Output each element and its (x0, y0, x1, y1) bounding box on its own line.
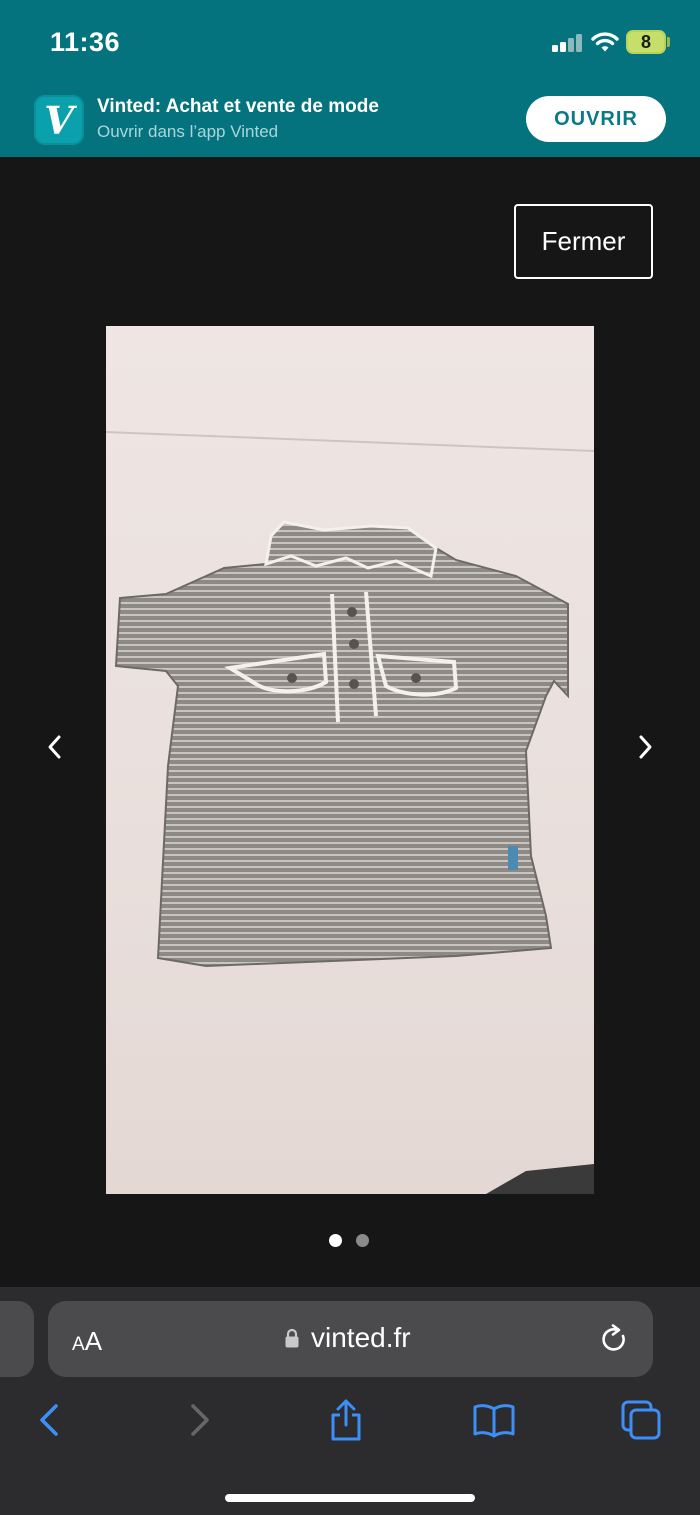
share-icon (331, 1399, 361, 1441)
forward-icon (191, 1404, 209, 1436)
wifi-icon (591, 32, 619, 52)
pagination-dot[interactable] (356, 1234, 369, 1247)
vinted-app-icon: V (34, 95, 84, 145)
home-indicator (225, 1494, 475, 1502)
pagination-dot-active[interactable] (329, 1234, 342, 1247)
status-time: 11:36 (50, 27, 121, 57)
battery-tip (667, 37, 670, 47)
share-button[interactable] (324, 1398, 368, 1442)
chevron-left-icon (48, 735, 61, 759)
url-text[interactable]: vinted.fr (311, 1322, 411, 1354)
back-icon (40, 1404, 58, 1436)
product-photo (106, 326, 594, 1194)
back-button[interactable] (27, 1398, 71, 1442)
bookmarks-icon (473, 1404, 515, 1438)
close-viewer-button[interactable]: Fermer (514, 204, 653, 279)
chevron-right-icon (639, 735, 652, 759)
banner-title: Vinted: Achat et vente de mode (97, 96, 379, 117)
battery-icon: 8 (626, 30, 666, 54)
reload-icon[interactable] (601, 1324, 629, 1354)
open-app-button[interactable]: OUVRIR (526, 96, 666, 142)
striped-polo-shirt-image (106, 431, 594, 1194)
signal-icon (552, 34, 584, 52)
previous-photo-button[interactable] (39, 730, 69, 764)
lock-icon (285, 1328, 299, 1348)
forward-button[interactable] (178, 1398, 222, 1442)
text-size-button[interactable]: AA (72, 1326, 102, 1357)
previous-tab-peek[interactable] (0, 1301, 34, 1377)
tabs-icon (621, 1400, 661, 1440)
tabs-button[interactable] (619, 1398, 663, 1442)
bookmarks-button[interactable] (472, 1398, 516, 1442)
photo-pagination (329, 1234, 369, 1247)
next-photo-button[interactable] (631, 730, 661, 764)
banner-subtitle: Ouvrir dans l’app Vinted (97, 122, 279, 141)
